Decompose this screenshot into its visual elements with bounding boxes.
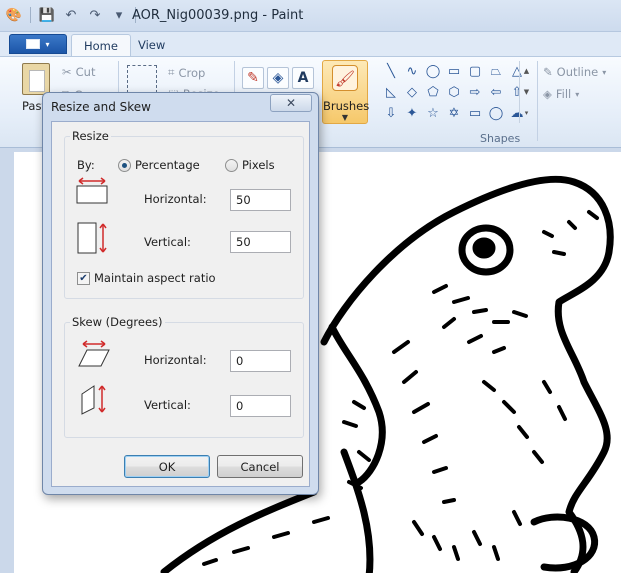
ok-button[interactable]: OK bbox=[124, 455, 210, 478]
resize-horizontal-input[interactable]: 50 bbox=[230, 189, 291, 211]
save-icon[interactable]: 💾 bbox=[39, 7, 55, 23]
gallery-scrollbar[interactable]: ▲ ▼ ▾ bbox=[519, 61, 533, 123]
chevron-down-icon: ▼ bbox=[341, 113, 349, 122]
pentagon-shape-icon[interactable]: ⬠ bbox=[423, 82, 443, 102]
chevron-down-icon: ▾ bbox=[45, 39, 50, 49]
title-bar: 🎨 💾 ↶ ↷ ▾ AOR_Nig00039.png - Paint bbox=[0, 0, 621, 32]
skew-group-title: Skew (Degrees) bbox=[70, 315, 165, 329]
skew-vertical-label: Vertical: bbox=[144, 398, 191, 412]
callout-oval-shape-icon[interactable]: ◯ bbox=[486, 103, 506, 123]
callout-rect-shape-icon[interactable]: ▭ bbox=[465, 103, 485, 123]
horizontal-skew-icon bbox=[78, 340, 110, 367]
ribbon-tabs: ▾ Home View bbox=[0, 32, 621, 56]
customize-dropdown-icon[interactable]: ▾ bbox=[111, 7, 127, 23]
undo-icon[interactable]: ↶ bbox=[63, 7, 79, 23]
rounded-rectangle-shape-icon[interactable]: ▢ bbox=[465, 61, 485, 81]
oval-shape-icon[interactable]: ◯ bbox=[423, 61, 443, 81]
four-point-star-shape-icon[interactable]: ✦ bbox=[402, 103, 422, 123]
percentage-radio[interactable] bbox=[118, 159, 131, 172]
fill-label: Fill bbox=[555, 87, 572, 101]
pencil-icon[interactable]: ✎ bbox=[242, 67, 264, 89]
curve-shape-icon[interactable]: ∿ bbox=[402, 61, 422, 81]
polygon-shape-icon[interactable]: ⏢ bbox=[486, 61, 506, 81]
maintain-aspect-label[interactable]: Maintain aspect ratio bbox=[94, 271, 216, 285]
redo-icon[interactable]: ↷ bbox=[87, 7, 103, 23]
line-shape-icon[interactable]: ╲ bbox=[381, 61, 401, 81]
resize-horizontal-label: Horizontal: bbox=[144, 192, 207, 206]
text-tool-icon[interactable]: A bbox=[292, 67, 314, 89]
six-point-star-shape-icon[interactable]: ✡ bbox=[444, 103, 464, 123]
rectangle-shape-icon[interactable]: ▭ bbox=[444, 61, 464, 81]
left-arrow-shape-icon[interactable]: ⇦ bbox=[486, 82, 506, 102]
horizontal-resize-icon bbox=[76, 177, 108, 204]
chevron-down-icon: ▾ bbox=[575, 89, 580, 99]
scissors-icon: ✂ bbox=[62, 65, 72, 79]
down-arrow-shape-icon[interactable]: ⇩ bbox=[381, 103, 401, 123]
maintain-aspect-checkbox[interactable]: ✔ bbox=[77, 272, 90, 285]
skew-horizontal-label: Horizontal: bbox=[144, 353, 207, 367]
cut-label: Cut bbox=[75, 65, 96, 79]
close-icon: ✕ bbox=[285, 96, 297, 110]
skew-horizontal-input[interactable]: 0 bbox=[230, 350, 291, 372]
skew-vertical-input[interactable]: 0 bbox=[230, 395, 291, 417]
hexagon-shape-icon[interactable]: ⬡ bbox=[444, 82, 464, 102]
rabbit-pupil bbox=[472, 237, 496, 259]
diamond-shape-icon[interactable]: ◇ bbox=[402, 82, 422, 102]
close-button[interactable]: ✕ bbox=[270, 94, 312, 112]
chevron-down-icon: ▾ bbox=[602, 67, 607, 77]
paint-app-icon[interactable]: 🎨 bbox=[6, 7, 22, 23]
cancel-button[interactable]: Cancel bbox=[217, 455, 303, 478]
clipboard-icon[interactable] bbox=[22, 63, 50, 95]
resize-vertical-input[interactable]: 50 bbox=[230, 231, 291, 253]
gallery-expand-icon[interactable]: ▾ bbox=[525, 109, 529, 117]
by-label: By: bbox=[77, 158, 95, 172]
group-separator bbox=[537, 61, 538, 141]
document-icon bbox=[26, 39, 41, 49]
scroll-up-icon[interactable]: ▲ bbox=[524, 67, 529, 75]
brush-icon: 🖌 bbox=[332, 65, 358, 91]
tab-view[interactable]: View bbox=[126, 34, 177, 56]
quick-access-toolbar: 🎨 💾 ↶ ↷ ▾ bbox=[6, 7, 136, 23]
toolbar-separator bbox=[30, 7, 31, 23]
dialog-title: Resize and Skew bbox=[51, 100, 151, 114]
crop-label: Crop bbox=[178, 65, 206, 80]
shapes-group-label: Shapes bbox=[480, 132, 521, 145]
window-title: AOR_Nig00039.png - Paint bbox=[132, 8, 304, 23]
five-point-star-shape-icon[interactable]: ☆ bbox=[423, 103, 443, 123]
outline-label: Outline bbox=[556, 65, 599, 79]
cut-button[interactable]: ✂ Cut bbox=[62, 65, 95, 79]
fill-bucket-icon[interactable]: ◈ bbox=[267, 67, 289, 89]
pixels-label[interactable]: Pixels bbox=[242, 158, 275, 172]
right-triangle-shape-icon[interactable]: ◺ bbox=[381, 82, 401, 102]
crop-icon: ⌗ bbox=[168, 65, 175, 79]
select-tool-icon[interactable] bbox=[127, 65, 157, 93]
resize-vertical-label: Vertical: bbox=[144, 235, 191, 249]
right-arrow-shape-icon[interactable]: ⇨ bbox=[465, 82, 485, 102]
rabbit-chest-line bbox=[340, 448, 374, 573]
vertical-resize-icon bbox=[77, 222, 107, 254]
fill-dropdown[interactable]: ◈ Fill ▾ bbox=[543, 87, 579, 101]
brushes-label: Brushes bbox=[323, 99, 370, 113]
percentage-label[interactable]: Percentage bbox=[135, 158, 200, 172]
dialog-body: Resize By: Percentage Pixels Horizontal:… bbox=[51, 121, 310, 487]
vertical-skew-icon bbox=[81, 385, 106, 415]
outline-dropdown[interactable]: ✎ Outline ▾ bbox=[543, 65, 606, 79]
crop-button[interactable]: ⌗ Crop bbox=[168, 65, 205, 80]
pixels-radio[interactable] bbox=[225, 159, 238, 172]
outline-icon: ✎ bbox=[543, 65, 553, 79]
resize-skew-dialog: Resize and Skew ✕ Resize By: Percentage … bbox=[42, 92, 319, 495]
tab-home[interactable]: Home bbox=[71, 34, 131, 56]
resize-group-title: Resize bbox=[70, 129, 111, 143]
shapes-gallery: ╲ ∿ ◯ ▭ ▢ ⏢ △ ◺ ◇ ⬠ ⬡ ⇨ ⇦ ⇧ ⇩ ✦ ☆ ✡ ▭ ◯ … bbox=[381, 61, 533, 123]
app-menu-button[interactable]: ▾ bbox=[9, 34, 67, 54]
rabbit-body-line bbox=[160, 488, 318, 573]
fill-icon: ◈ bbox=[543, 87, 552, 101]
scroll-down-icon[interactable]: ▼ bbox=[524, 88, 529, 96]
brushes-button[interactable]: 🖌 Brushes ▼ bbox=[322, 60, 370, 124]
